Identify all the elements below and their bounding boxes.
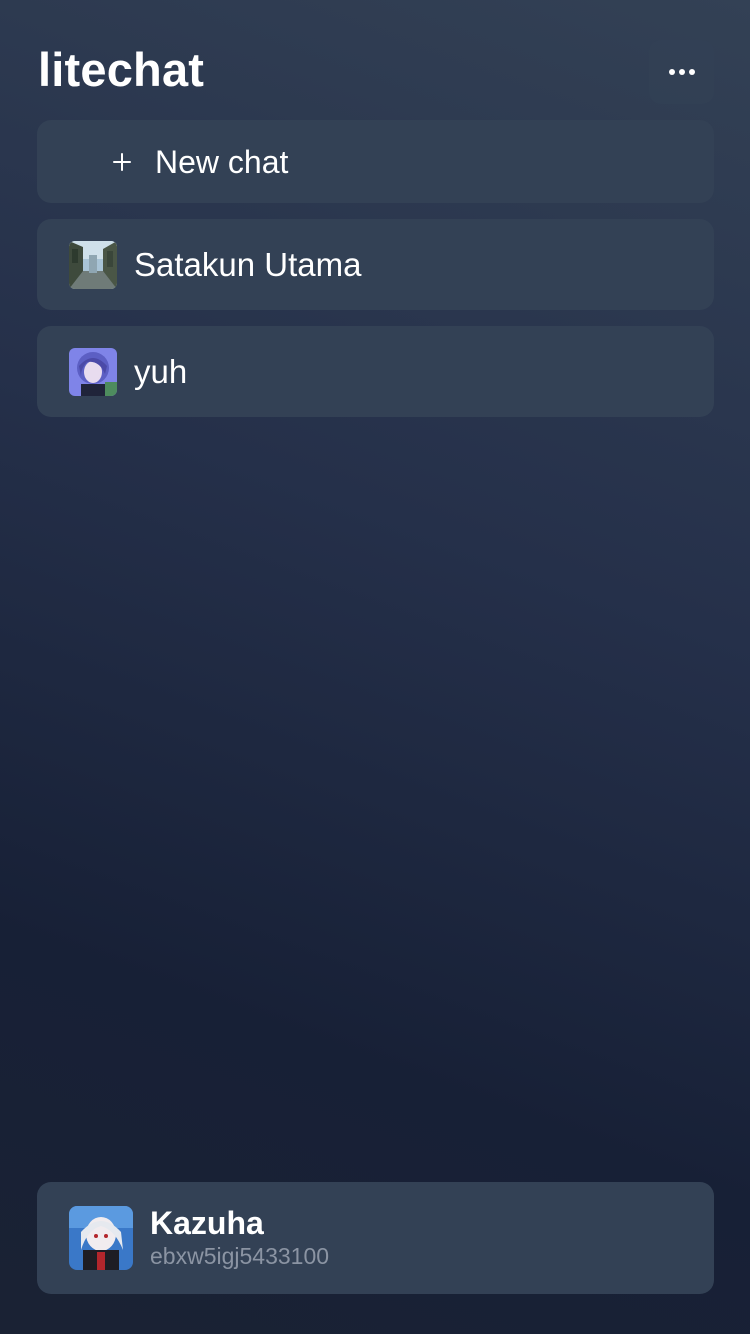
anime-character-avatar [69,347,117,396]
chat-name: Satakun Utama [134,245,362,283]
profile-name: Kazuha [150,1205,264,1241]
chat-item-yuh[interactable]: yuh [37,326,714,417]
more-options-button[interactable] [649,40,714,104]
profile-text: Kazuha ebxw5igj5433100 [150,1205,329,1271]
chat-item-satakun-utama[interactable]: Satakun Utama [37,219,714,310]
plus-icon [111,151,133,173]
new-chat-button[interactable]: New chat [37,120,714,203]
app-title: litechat [38,43,205,96]
app-root: litechat New chat Satakun Utama yuh Kazu… [0,0,750,1334]
chat-name: yuh [134,352,188,390]
street-photo-avatar [69,240,117,289]
more-horizontal-icon [668,69,695,75]
profile-card[interactable]: Kazuha ebxw5igj5433100 [37,1182,714,1294]
profile-avatar [69,1206,133,1270]
new-chat-label: New chat [155,143,289,180]
profile-id: ebxw5igj5433100 [150,1243,330,1269]
